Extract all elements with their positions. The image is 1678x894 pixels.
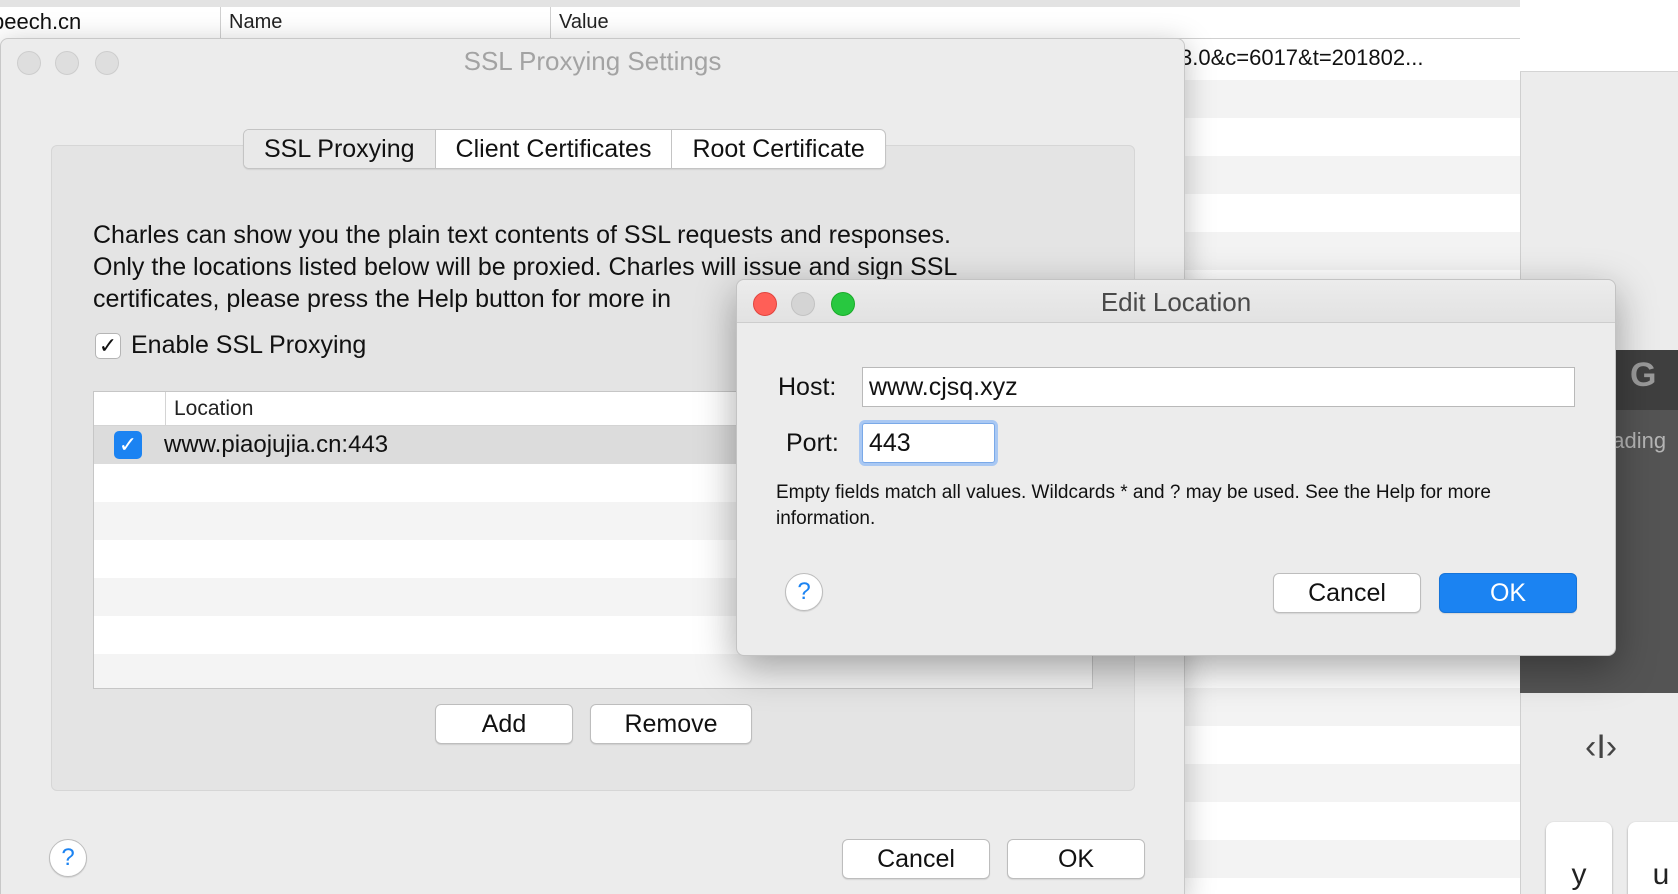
keyboard-key-y[interactable]: y <box>1546 822 1612 894</box>
wildcard-help-text: Empty fields match all values. Wildcards… <box>776 482 1491 529</box>
background-row[interactable] <box>1180 118 1520 156</box>
row-location-text: www.piaojujia.cn:443 <box>164 431 389 458</box>
close-button[interactable] <box>753 292 777 316</box>
background-row[interactable] <box>1180 232 1520 270</box>
close-button-inactive[interactable] <box>17 51 41 75</box>
ssl-window-titlebar: SSL Proxying Settings <box>1 39 1184 85</box>
remove-location-button[interactable]: Remove <box>590 704 752 744</box>
background-row[interactable] <box>1180 840 1520 878</box>
minimize-button-inactive[interactable] <box>55 51 79 75</box>
value-column-header[interactable]: Value <box>550 7 1520 39</box>
ok-button[interactable]: OK <box>1007 839 1145 879</box>
text-cursor-icon: ‹I› <box>1585 728 1618 766</box>
cancel-button[interactable]: Cancel <box>1273 573 1421 613</box>
ssl-window-title: SSL Proxying Settings <box>463 46 722 76</box>
keyboard-key-u[interactable]: u <box>1628 822 1678 894</box>
edit-dialog-title: Edit Location <box>1100 287 1252 317</box>
port-label: Port: <box>786 429 839 457</box>
ok-button[interactable]: OK <box>1439 573 1577 613</box>
background-host-cell[interactable]: peech.cn <box>0 9 220 39</box>
help-button[interactable]: ? <box>49 839 87 877</box>
edit-dialog-titlebar: Edit Location <box>737 280 1615 323</box>
background-toolbar-strip <box>0 0 1520 7</box>
add-location-button[interactable]: Add <box>435 704 573 744</box>
background-row[interactable] <box>1180 194 1520 232</box>
empty-table-row[interactable] <box>94 654 1092 688</box>
port-input[interactable]: 443 <box>862 423 995 463</box>
enable-ssl-proxying-label[interactable]: Enable SSL Proxying <box>131 331 366 360</box>
minimize-button[interactable] <box>791 292 815 316</box>
background-row[interactable] <box>1180 802 1520 840</box>
help-button[interactable]: ? <box>785 573 823 611</box>
tab-client-certificates[interactable]: Client Certificates <box>436 130 673 168</box>
description-line: Charles can show you the plain text cont… <box>93 221 951 249</box>
zoom-button[interactable] <box>831 292 855 316</box>
enable-ssl-proxying-row: ✓ Enable SSL Proxying <box>95 331 366 360</box>
cancel-button[interactable]: Cancel <box>842 839 990 879</box>
background-row[interactable] <box>1180 726 1520 764</box>
tab-root-certificate[interactable]: Root Certificate <box>672 130 884 168</box>
host-input[interactable]: www.cjsq.xyz <box>862 367 1575 407</box>
background-side-header <box>1520 0 1678 72</box>
enabled-column-header[interactable] <box>94 392 166 425</box>
tab-ssl-proxying[interactable]: SSL Proxying <box>244 130 436 168</box>
row-enabled-checkbox[interactable]: ✓ <box>114 431 142 459</box>
background-row[interactable] <box>1180 764 1520 802</box>
background-row[interactable] <box>1180 688 1520 726</box>
background-row[interactable] <box>1180 80 1520 118</box>
enable-ssl-proxying-checkbox[interactable]: ✓ <box>95 332 121 359</box>
background-url-value[interactable]: 3.0&c=6017&t=201802... <box>1180 45 1423 71</box>
zoom-button-inactive[interactable] <box>95 51 119 75</box>
name-column-header[interactable]: Name <box>220 7 550 39</box>
location-column-header[interactable]: Location <box>166 392 253 425</box>
edit-location-dialog: Edit Location Host: www.cjsq.xyz Port: 4… <box>736 279 1616 656</box>
host-label: Host: <box>778 373 837 401</box>
tab-bar: SSL Proxying Client Certificates Root Ce… <box>243 129 886 169</box>
background-row[interactable] <box>1180 156 1520 194</box>
